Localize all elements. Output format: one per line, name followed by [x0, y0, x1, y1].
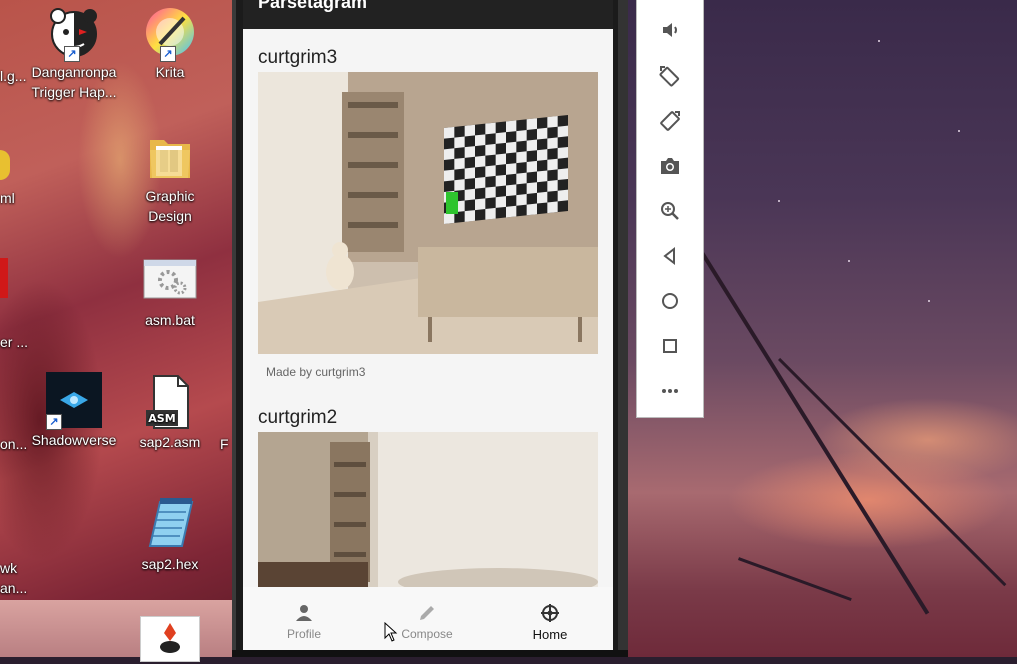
partial-icon-label: er ...	[0, 334, 29, 350]
desktop-icon-krita[interactable]: ↗ Krita	[122, 4, 218, 82]
icon-label: Danganronpa	[31, 64, 117, 80]
nav-label: Home	[532, 627, 568, 642]
app-bar: Parsetagram	[243, 0, 613, 29]
desktop-icon-asm-bat[interactable]: asm.bat	[122, 252, 218, 330]
nav-item-profile[interactable]: Profile	[244, 587, 364, 650]
monokuma-bear-icon: ↗	[46, 4, 102, 62]
desktop-icon-sap2-hex[interactable]: sap2.hex	[122, 496, 218, 574]
desktop-icon-shadowverse[interactable]: ↗ Shadowverse	[26, 372, 122, 450]
icon-label: Graphic	[145, 188, 195, 204]
nav-item-home[interactable]: Home	[490, 587, 610, 650]
post-username: curtgrim2	[258, 407, 338, 428]
nav-label: Profile	[286, 627, 321, 641]
post-username: curtgrim3	[258, 47, 338, 68]
icon-label: asm.bat	[145, 312, 195, 328]
icon-label: Design	[148, 208, 192, 224]
icon-label: Shadowverse	[31, 432, 117, 448]
post-image[interactable]	[258, 432, 598, 587]
person-icon	[294, 603, 314, 623]
bottom-navigation: Profile Compose Home	[243, 587, 613, 650]
icon-label: Trigger Hap...	[31, 84, 117, 100]
emulator-toolbar	[636, 0, 704, 418]
java-icon	[140, 616, 200, 662]
svg-text:ASM: ASM	[148, 412, 175, 425]
desktop-icon-danganronpa[interactable]: ↗ Danganronpa Trigger Hap...	[26, 4, 122, 102]
notepad-file-icon	[142, 496, 198, 552]
more-icon[interactable]	[658, 379, 682, 403]
shortcut-arrow-icon: ↗	[64, 46, 80, 62]
krita-icon: ↗	[142, 4, 198, 62]
mouse-cursor-icon	[384, 621, 398, 642]
home-circle-icon[interactable]	[658, 289, 682, 313]
post-caption: Made by curtgrim3	[266, 365, 366, 379]
emulator-bottom-bezel	[232, 650, 628, 657]
zoom-icon[interactable]	[658, 199, 682, 223]
asm-file-icon: ASM	[142, 374, 198, 430]
volume-icon[interactable]	[658, 18, 682, 42]
partial-app-icon	[0, 258, 8, 298]
icon-label: Krita	[155, 64, 185, 80]
partial-icon-label: l.g...	[0, 68, 27, 84]
icon-label: sap2.asm	[139, 434, 201, 450]
rotate-left-icon[interactable]	[658, 64, 682, 88]
overview-square-icon[interactable]	[658, 334, 682, 358]
shadowverse-icon: ↗	[46, 372, 106, 430]
partial-icon-label: F	[220, 436, 229, 452]
desktop-icon-graphic-design[interactable]: Graphic Design	[122, 128, 218, 226]
partial-icon-label: ml	[0, 190, 15, 206]
app-title: Parsetagram	[258, 0, 368, 12]
partial-icon-label: on...	[0, 436, 28, 452]
post-feed[interactable]: curtgrim3 Made by curtgrim3 curtgrim2	[243, 29, 613, 587]
shortcut-arrow-icon: ↗	[160, 46, 176, 62]
pencil-icon	[417, 603, 437, 623]
back-icon[interactable]	[658, 244, 682, 268]
camera-icon[interactable]	[658, 154, 682, 178]
phone-screen: Parsetagram curtgrim3 Made by curtgrim3 …	[243, 0, 613, 650]
batch-file-icon	[142, 252, 198, 308]
compass-icon	[540, 603, 560, 623]
folder-icon	[142, 128, 198, 184]
rotate-right-icon[interactable]	[658, 109, 682, 133]
post-image[interactable]	[258, 72, 598, 354]
icon-label: sap2.hex	[141, 556, 199, 572]
partial-icon-label: wk	[0, 560, 18, 576]
shortcut-arrow-icon: ↗	[46, 414, 62, 430]
partial-icon-label: an...	[0, 580, 28, 596]
desktop-icon-sap2-asm[interactable]: ASM sap2.asm	[122, 374, 218, 452]
